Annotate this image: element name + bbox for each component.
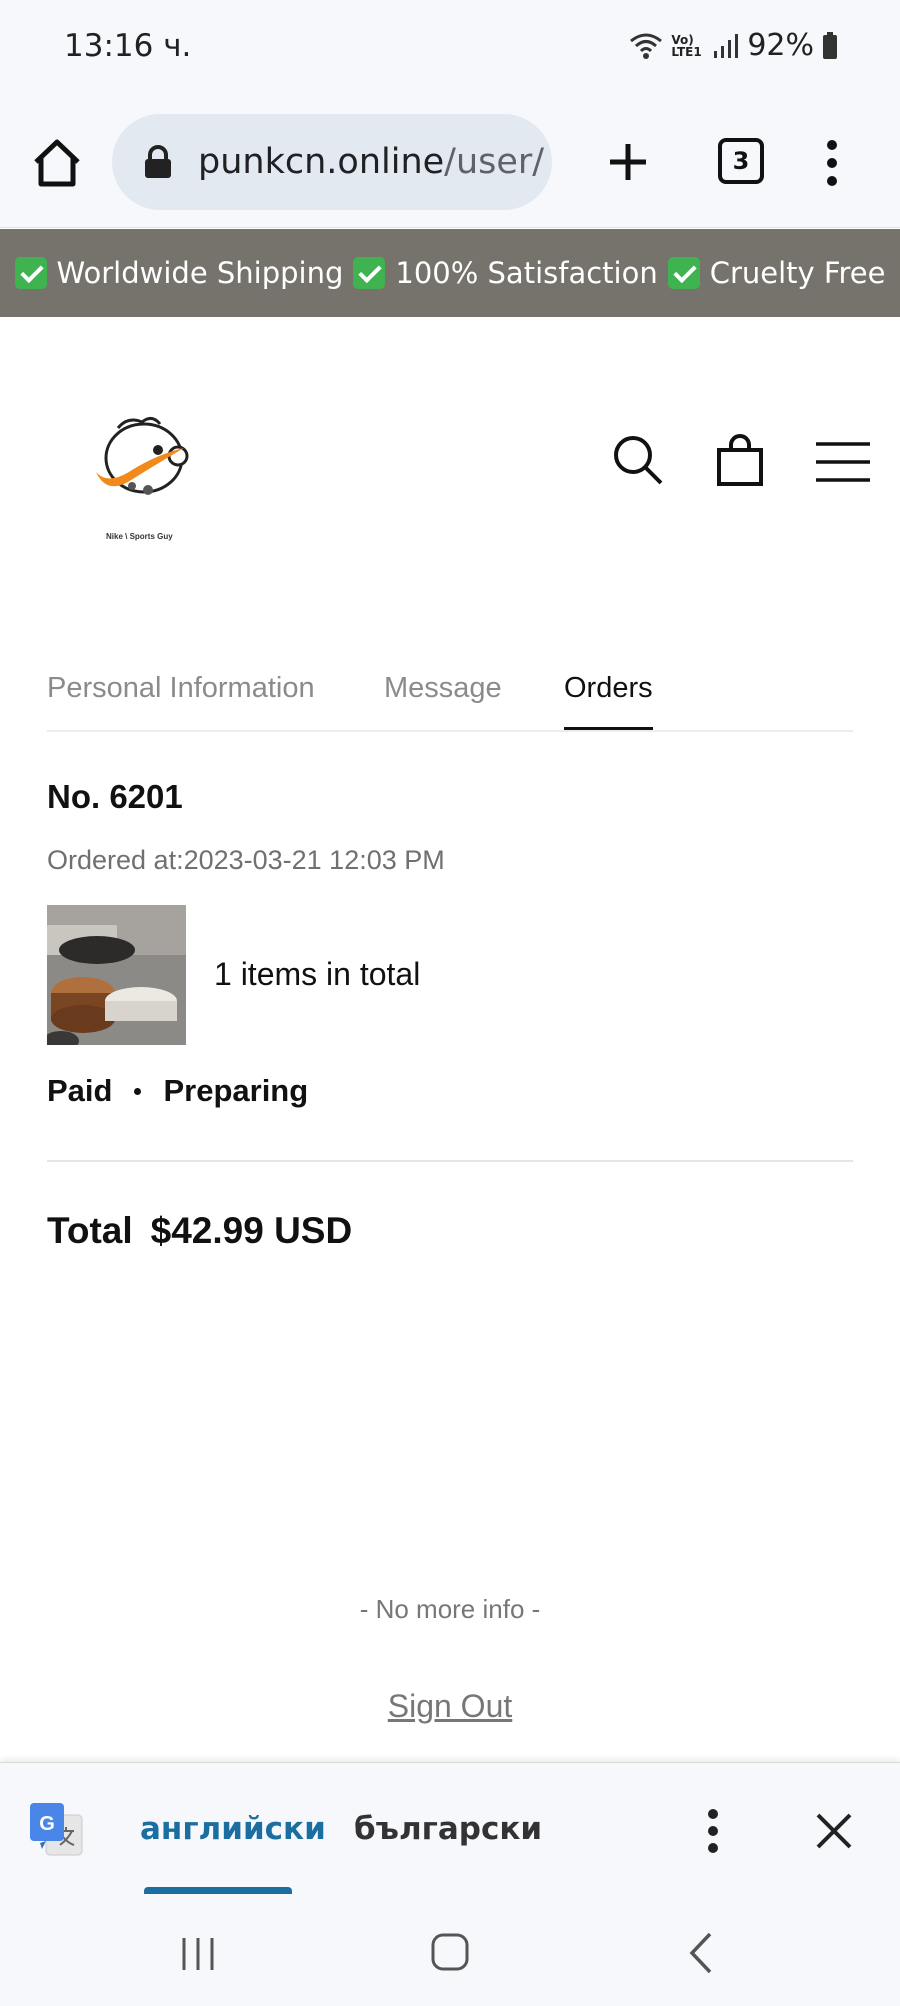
status-bar: 13:16 ч. Vo) LTE1 92%	[0, 0, 900, 96]
shopping-bag-icon[interactable]	[716, 434, 764, 486]
source-language-tab[interactable]: английски	[140, 1811, 326, 1847]
address-bar[interactable]: punkcn.online/user/	[112, 114, 552, 210]
svg-text:G: G	[39, 1813, 55, 1835]
url-path: /user/	[444, 142, 545, 182]
check-icon	[14, 257, 47, 289]
battery-icon	[823, 31, 837, 59]
nav-home-icon[interactable]	[430, 1932, 470, 1972]
browser-toolbar: punkcn.online/user/ 3	[0, 96, 900, 228]
items-total: 1 items in total	[214, 956, 421, 992]
check-icon	[667, 257, 700, 289]
url-host: punkcn.online	[198, 142, 445, 182]
hamburger-menu-icon[interactable]	[814, 440, 872, 484]
promo-banner: Worldwide Shipping 100% Satisfaction Cru…	[0, 229, 900, 317]
target-language-tab[interactable]: български	[354, 1811, 542, 1847]
status-separator	[134, 1087, 142, 1095]
signal-icon	[714, 33, 739, 58]
divider	[47, 1160, 853, 1162]
sign-out-link[interactable]: Sign Out	[0, 1688, 900, 1725]
promo-item: Worldwide Shipping	[56, 256, 344, 290]
order-total: Total $42.99 USD	[47, 1210, 370, 1252]
close-icon[interactable]	[814, 1811, 854, 1851]
promo-item: 100% Satisfaction	[395, 256, 658, 290]
url-text: punkcn.online/user/	[198, 142, 544, 182]
search-icon[interactable]	[612, 434, 664, 486]
logo-mascot-icon	[96, 417, 189, 495]
no-more-info: - No more info -	[359, 1594, 541, 1624]
account-tabs: Personal Information Message Orders	[47, 668, 853, 732]
home-icon[interactable]	[30, 136, 84, 190]
wifi-icon	[630, 33, 663, 59]
lte-icon: Vo) LTE1	[671, 32, 702, 59]
order-item-thumbnail[interactable]	[47, 905, 186, 1045]
site-logo[interactable]: Nike \ Sports Guy	[88, 410, 198, 550]
tab-message[interactable]: Message	[384, 672, 502, 730]
tab-switcher-button[interactable]: 3	[718, 138, 764, 184]
order-number[interactable]: No. 6201	[47, 778, 183, 816]
total-label: Total	[47, 1210, 133, 1251]
lock-icon	[145, 145, 171, 178]
tab-orders[interactable]: Orders	[564, 672, 653, 730]
battery-percent: 92%	[747, 28, 814, 63]
new-tab-icon[interactable]	[604, 138, 652, 186]
browser-menu-icon[interactable]	[820, 136, 844, 190]
tab-personal-information[interactable]: Personal Information	[47, 672, 315, 730]
total-value: $42.99 USD	[150, 1210, 353, 1251]
fulfillment-status: Preparing	[163, 1073, 309, 1108]
payment-status: Paid	[47, 1073, 113, 1108]
back-icon[interactable]	[686, 1930, 716, 1976]
check-icon	[353, 257, 386, 289]
translate-menu-icon[interactable]	[702, 1807, 724, 1855]
order-status: Paid Preparing	[47, 1073, 308, 1109]
translate-bar: G английски български	[0, 1762, 900, 1895]
logo-caption: Nike \ Sports Guy	[106, 532, 173, 541]
promo-item: Cruelty Free	[709, 256, 886, 290]
status-time: 13:16 ч.	[64, 28, 192, 64]
google-translate-icon[interactable]: G	[30, 1803, 84, 1857]
order-date: Ordered at:2023-03-21 12:03 PM	[47, 845, 445, 875]
status-icons: Vo) LTE1 92%	[629, 28, 838, 63]
recent-apps-icon[interactable]	[178, 1934, 218, 1974]
system-nav-bar	[0, 1894, 900, 2006]
